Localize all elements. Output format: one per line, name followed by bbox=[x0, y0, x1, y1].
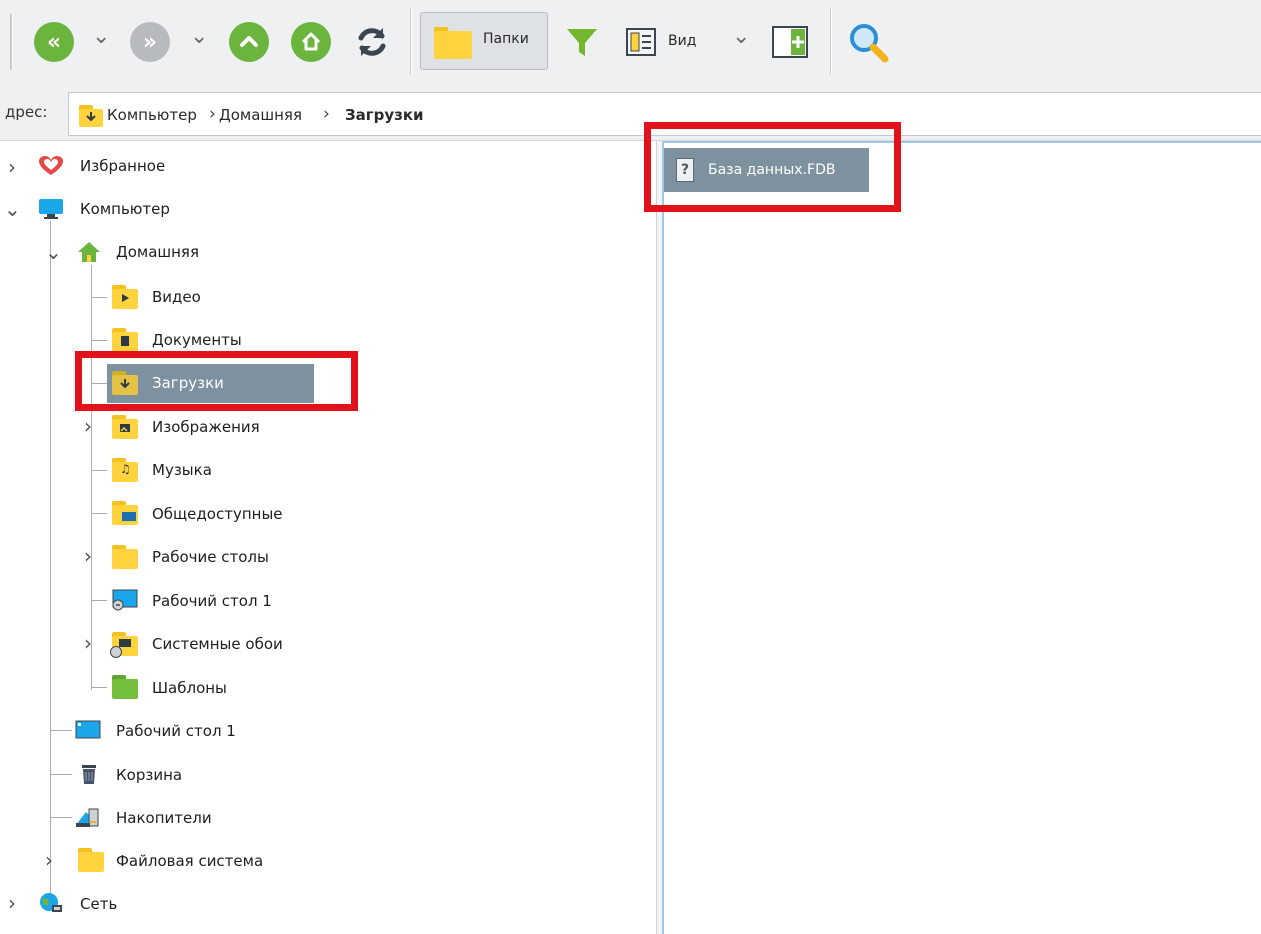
tree-line bbox=[50, 774, 72, 775]
search-icon bbox=[850, 24, 889, 63]
filter-button[interactable] bbox=[562, 22, 602, 62]
tree-line bbox=[50, 817, 72, 818]
home-icon bbox=[291, 22, 331, 62]
desktop-link-icon bbox=[112, 589, 138, 611]
tree-line bbox=[91, 600, 107, 601]
home-icon bbox=[78, 242, 100, 262]
tree-line bbox=[91, 470, 107, 471]
desktop-icon bbox=[75, 720, 101, 739]
breadcrumb-separator-icon[interactable]: › bbox=[323, 104, 330, 124]
up-button[interactable] bbox=[229, 22, 269, 62]
heart-icon bbox=[39, 156, 63, 175]
tree-item-label: Компьютер bbox=[80, 200, 170, 218]
breadcrumb-downloads[interactable]: Загрузки bbox=[345, 106, 424, 124]
double-chevron-right-icon: » bbox=[130, 22, 170, 62]
chevron-up-icon bbox=[229, 22, 269, 62]
folders-label: Папки bbox=[483, 31, 529, 47]
view-button[interactable]: Вид bbox=[626, 24, 726, 60]
view-label: Вид bbox=[668, 33, 697, 49]
tree-item-label: Загрузки bbox=[152, 374, 224, 392]
add-panel-button[interactable] bbox=[770, 24, 810, 60]
tree-item-label: Рабочий стол 1 bbox=[152, 592, 272, 610]
tree-line bbox=[91, 265, 92, 690]
tree-line bbox=[50, 730, 72, 731]
tree-line bbox=[50, 221, 51, 901]
forward-button[interactable]: » bbox=[130, 22, 170, 62]
tree-item-label: Избранное bbox=[80, 157, 166, 175]
address-field[interactable]: Компьютер › Домашняя › Загрузки bbox=[68, 92, 1261, 136]
drives-icon bbox=[76, 808, 99, 827]
trash-icon bbox=[82, 765, 96, 784]
tree-item-label: Музыка bbox=[152, 461, 212, 479]
tree-item-label: Домашняя bbox=[116, 243, 199, 261]
breadcrumb-computer[interactable]: Компьютер bbox=[107, 106, 197, 124]
tree-item-label: Рабочие столы bbox=[152, 548, 269, 566]
tree-line bbox=[91, 513, 107, 514]
collapse-chevron-down-icon[interactable]: ⌄ bbox=[4, 199, 21, 219]
expand-chevron-right-icon[interactable]: › bbox=[84, 416, 92, 436]
tree-item-label: Накопители bbox=[116, 809, 212, 827]
file-list-pane[interactable]: ? База данных.FDB bbox=[664, 141, 1261, 934]
refresh-button[interactable] bbox=[350, 20, 394, 64]
view-layout-icon bbox=[626, 28, 656, 56]
monitor-icon bbox=[39, 199, 63, 219]
breadcrumb-separator-icon[interactable]: › bbox=[209, 104, 216, 124]
folder-tree[interactable]: › Избранное ⌄ Компьютер ⌄ Домашняя Видео… bbox=[0, 141, 656, 934]
unknown-file-icon: ? bbox=[676, 158, 694, 182]
tree-item-label: Документы bbox=[152, 331, 242, 349]
expand-chevron-right-icon[interactable]: › bbox=[8, 893, 16, 913]
network-globe-icon bbox=[40, 893, 62, 912]
expand-chevron-right-icon[interactable]: › bbox=[8, 157, 16, 177]
home-button[interactable] bbox=[291, 22, 331, 62]
double-chevron-left-icon: « bbox=[34, 22, 74, 62]
breadcrumb-home[interactable]: Домашняя bbox=[219, 106, 302, 124]
refresh-icon bbox=[358, 28, 386, 56]
forward-history-chevron-down-icon[interactable]: ⌄ bbox=[190, 24, 208, 49]
address-bar: дрес: Компьютер › Домашняя › Загрузки bbox=[0, 88, 1261, 141]
toolbar-separator bbox=[410, 8, 412, 74]
tree-line bbox=[91, 340, 107, 341]
toolbar: « ⌄ » ⌄ Папки Вид ⌄ bbox=[0, 0, 1261, 89]
file-manager-window: « ⌄ » ⌄ Папки Вид ⌄ дрес: Компьютер › До… bbox=[0, 0, 1261, 934]
tree-item-label: Видео bbox=[152, 288, 201, 306]
expand-chevron-right-icon[interactable]: › bbox=[45, 850, 53, 870]
address-label: дрес: bbox=[5, 103, 48, 121]
file-item[interactable]: ? База данных.FDB bbox=[664, 148, 869, 192]
view-options-chevron-down-icon[interactable]: ⌄ bbox=[732, 24, 750, 49]
tree-line bbox=[91, 687, 107, 688]
tree-item-label: Общедоступные bbox=[152, 505, 283, 523]
collapse-chevron-down-icon[interactable]: ⌄ bbox=[45, 242, 62, 262]
expand-chevron-right-icon[interactable]: › bbox=[84, 546, 92, 566]
toolbar-grip[interactable] bbox=[10, 14, 13, 70]
filter-icon bbox=[567, 29, 597, 56]
tree-item-label: Системные обои bbox=[152, 635, 283, 653]
panel-splitter[interactable] bbox=[656, 141, 664, 934]
file-name: База данных.FDB bbox=[708, 162, 836, 178]
search-button[interactable] bbox=[846, 20, 890, 64]
tree-item-label: Корзина bbox=[116, 766, 183, 784]
tree-line bbox=[91, 383, 107, 384]
expand-chevron-right-icon[interactable]: › bbox=[84, 633, 92, 653]
tree-item-label: Рабочий стол 1 bbox=[116, 722, 236, 740]
back-history-chevron-down-icon[interactable]: ⌄ bbox=[92, 24, 110, 49]
folders-toggle-button[interactable]: Папки bbox=[420, 12, 548, 70]
toolbar-separator bbox=[830, 8, 832, 74]
tree-item-label: Сеть bbox=[80, 895, 118, 913]
back-button[interactable]: « bbox=[34, 22, 74, 62]
tree-item-label: Шаблоны bbox=[152, 679, 227, 697]
tree-item-label: Изображения bbox=[152, 418, 260, 436]
tree-line bbox=[91, 297, 107, 298]
add-panel-icon bbox=[772, 26, 808, 58]
tree-item-label: Файловая система bbox=[116, 852, 264, 870]
